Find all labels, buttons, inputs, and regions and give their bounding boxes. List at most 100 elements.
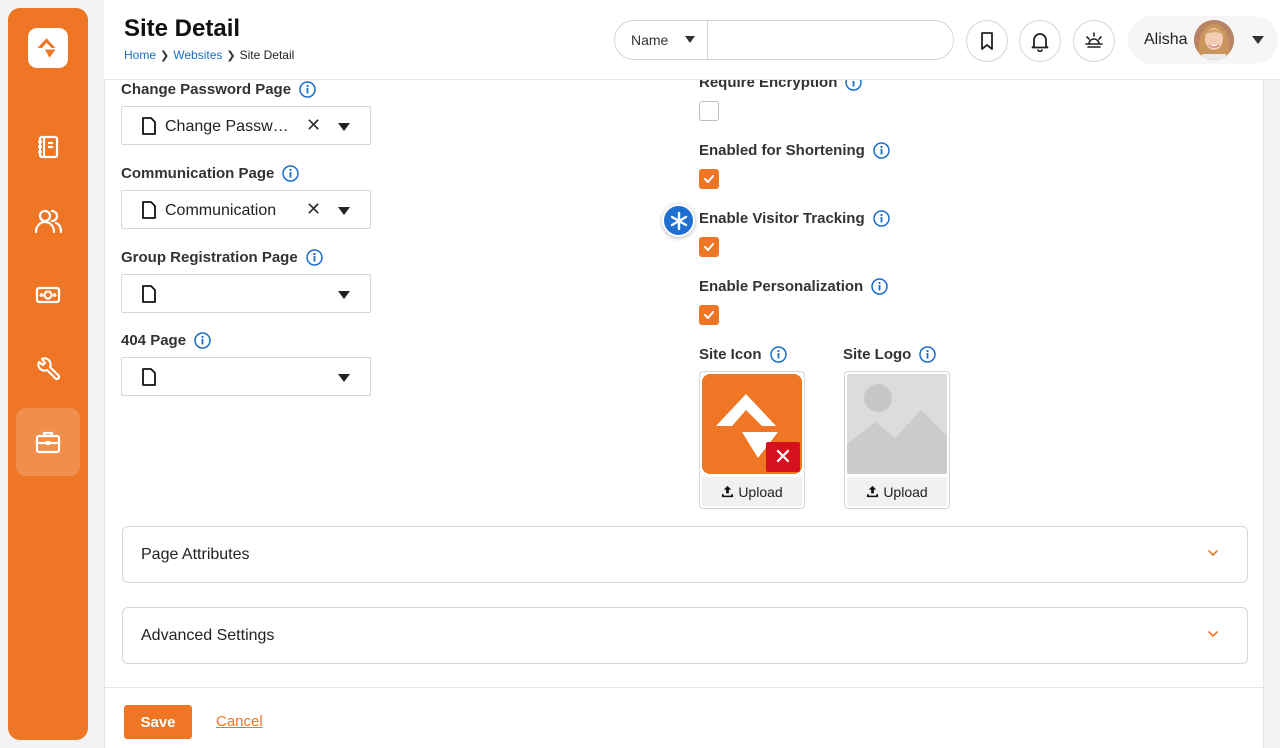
briefcase-icon xyxy=(35,431,61,454)
remove-image-button[interactable]: ✕ xyxy=(766,442,800,472)
require-encryption-checkbox[interactable] xyxy=(699,101,719,121)
group-registration-page-label: Group Registration Page xyxy=(121,249,323,266)
info-icon[interactable] xyxy=(871,278,888,295)
caret-down-icon xyxy=(1252,36,1264,44)
upload-icon xyxy=(867,485,879,498)
sidebar-item-people[interactable] xyxy=(16,187,80,255)
clear-icon[interactable]: ✕ xyxy=(306,115,321,136)
require-encryption-label: Require Encryption xyxy=(699,80,863,91)
404-page-label: 404 Page xyxy=(121,332,211,349)
info-icon[interactable] xyxy=(845,80,863,91)
breadcrumb-home[interactable]: Home xyxy=(124,48,156,62)
info-icon[interactable] xyxy=(282,165,300,182)
caret-down-icon[interactable] xyxy=(338,123,350,131)
file-icon xyxy=(142,285,156,303)
sunrise-icon xyxy=(1085,32,1103,48)
search-scope-value: Name xyxy=(631,32,669,48)
site-icon-label: Site Icon xyxy=(699,346,787,363)
caret-down-icon[interactable] xyxy=(338,291,350,299)
enable-personalization-label: Enable Personalization xyxy=(699,278,888,295)
info-icon[interactable] xyxy=(919,346,937,363)
rock-logo[interactable] xyxy=(28,28,68,68)
communication-page-label: Communication Page xyxy=(121,165,300,182)
logo-icon xyxy=(37,38,56,58)
change-password-page-label: Change Password Page xyxy=(121,81,316,98)
file-icon xyxy=(142,117,156,135)
checkmark-icon xyxy=(704,311,714,319)
advanced-settings-panel[interactable]: Advanced Settings xyxy=(122,607,1248,664)
info-icon[interactable] xyxy=(194,332,211,349)
footer-divider xyxy=(105,687,1263,688)
enable-personalization-checkbox[interactable] xyxy=(699,305,719,325)
page-title: Site Detail xyxy=(124,15,241,42)
group-registration-page-picker[interactable] xyxy=(121,274,371,313)
sidebar-item-notebook[interactable] xyxy=(16,113,80,181)
save-button[interactable]: Save xyxy=(124,705,192,739)
site-logo-label: Site Logo xyxy=(843,346,937,363)
money-icon xyxy=(35,286,61,304)
caret-down-icon[interactable] xyxy=(338,207,350,215)
enable-visitor-tracking-label: Enable Visitor Tracking xyxy=(699,210,890,227)
wrench-icon xyxy=(37,357,61,381)
chevron-right-icon: ❯ xyxy=(226,49,236,62)
checkmark-icon xyxy=(704,175,714,183)
caret-down-icon[interactable] xyxy=(338,374,350,382)
sidebar xyxy=(8,8,88,740)
people-icon xyxy=(34,209,63,234)
search-input[interactable] xyxy=(708,21,953,59)
bookmark-button[interactable] xyxy=(966,20,1008,62)
info-icon[interactable] xyxy=(305,249,323,266)
picker-value: Communication xyxy=(165,202,277,219)
site-icon-upload-button[interactable]: Upload xyxy=(702,477,802,506)
asterisk-icon xyxy=(670,211,687,230)
file-icon xyxy=(142,201,156,219)
info-icon[interactable] xyxy=(873,142,890,159)
communication-page-picker[interactable]: Communication ✕ xyxy=(121,190,371,229)
sidebar-item-tools[interactable] xyxy=(16,335,80,403)
user-menu[interactable]: Alisha xyxy=(1128,16,1278,64)
search-bar: Name xyxy=(614,20,954,60)
panel-title: Advanced Settings xyxy=(141,627,275,644)
site-icon-uploader: ✕ Upload xyxy=(699,371,805,509)
site-detail-form: Change Password Page Change Passwor... ✕… xyxy=(104,80,1264,748)
sidebar-item-admin[interactable] xyxy=(16,408,80,476)
404-page-picker[interactable] xyxy=(121,357,371,396)
cancel-link[interactable]: Cancel xyxy=(216,713,263,730)
enabled-for-shortening-label: Enabled for Shortening xyxy=(699,142,890,159)
chevron-down-icon xyxy=(1208,550,1218,557)
chevron-down-icon xyxy=(1208,631,1218,638)
top-header: Site Detail Home ❯ Websites ❯ Site Detai… xyxy=(104,0,1280,80)
bell-icon xyxy=(1031,33,1049,52)
site-logo-preview xyxy=(847,374,947,474)
panel-title: Page Attributes xyxy=(141,546,250,563)
enabled-for-shortening-checkbox[interactable] xyxy=(699,169,719,189)
enable-visitor-tracking-checkbox[interactable] xyxy=(699,237,719,257)
caret-down-icon xyxy=(685,36,695,43)
info-icon[interactable] xyxy=(872,210,890,227)
theme-toggle-button[interactable] xyxy=(1073,20,1115,62)
avatar-image xyxy=(1194,20,1234,60)
search-scope-select[interactable]: Name xyxy=(615,21,708,59)
checkmark-icon xyxy=(704,243,714,251)
breadcrumb-websites[interactable]: Websites xyxy=(173,48,222,62)
bookmark-icon xyxy=(981,32,993,50)
info-icon[interactable] xyxy=(769,346,787,363)
notifications-button[interactable] xyxy=(1019,20,1061,62)
site-logo-upload-button[interactable]: Upload xyxy=(847,477,947,506)
change-password-page-picker[interactable]: Change Passwor... ✕ xyxy=(121,106,371,145)
picker-value: Change Passwor... xyxy=(165,118,295,135)
highlight-marker xyxy=(662,204,695,237)
clear-icon[interactable]: ✕ xyxy=(306,199,321,220)
site-logo-uploader: Upload xyxy=(844,371,950,509)
notebook-icon xyxy=(38,135,59,159)
image-placeholder-icon xyxy=(847,374,947,474)
file-icon xyxy=(142,368,156,386)
info-icon[interactable] xyxy=(299,81,316,98)
user-name: Alisha xyxy=(1144,31,1188,48)
avatar xyxy=(1194,20,1234,60)
sidebar-item-finance[interactable] xyxy=(16,261,80,329)
page-attributes-panel[interactable]: Page Attributes xyxy=(122,526,1248,583)
breadcrumb: Home ❯ Websites ❯ Site Detail xyxy=(124,48,294,62)
chevron-right-icon: ❯ xyxy=(160,49,170,62)
upload-icon xyxy=(722,485,734,498)
